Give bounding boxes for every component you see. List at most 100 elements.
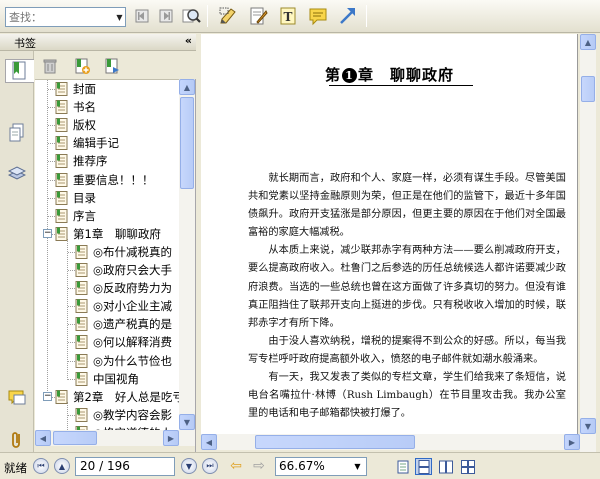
- bookmark-label: ◎对小企业主减: [93, 299, 173, 314]
- bookmark-item[interactable]: ◎布什减税真的: [75, 243, 173, 261]
- arrow-tool-icon[interactable]: [337, 5, 359, 27]
- bookmark-page-icon: [55, 226, 68, 241]
- bookmark-page-icon: [55, 118, 68, 133]
- facing-view-icon[interactable]: [437, 458, 454, 475]
- continuous-facing-view-icon[interactable]: [459, 458, 476, 475]
- bookmark-item[interactable]: 目录: [55, 189, 97, 207]
- document-page: 第1章 聊聊政府 就长期而言，政府和个人、家庭一样，必须有谋生手段。尽管美国共和…: [201, 34, 578, 434]
- zoom-dropdown-icon[interactable]: ▼: [350, 459, 365, 474]
- bookmark-item[interactable]: ◎为什么节俭也: [75, 352, 173, 370]
- pages-tab-icon[interactable]: [5, 121, 29, 145]
- bookmark-item[interactable]: 中国视角: [75, 370, 140, 388]
- collapse-pane-button[interactable]: «: [185, 34, 192, 47]
- page-number-field[interactable]: 20 / 196: [75, 457, 175, 476]
- bookmark-item[interactable]: 推荐序: [55, 152, 109, 170]
- bookmark-label: 书名: [73, 100, 96, 115]
- single-page-view-icon[interactable]: [394, 458, 411, 475]
- bookmark-item[interactable]: ◎对小企业主减: [75, 297, 173, 315]
- bookmark-properties-icon[interactable]: [102, 56, 122, 76]
- search-dropdown-icon[interactable]: ▼: [114, 13, 125, 22]
- next-page-icon[interactable]: ▼: [181, 458, 197, 474]
- scroll-down-icon[interactable]: ▼: [580, 418, 596, 434]
- bookmark-item[interactable]: 重要信息！！！: [55, 171, 155, 189]
- previous-page-icon[interactable]: ▲: [54, 458, 70, 474]
- go-back-icon[interactable]: ⇦: [227, 457, 245, 475]
- bookmark-horizontal-scrollbar[interactable]: ◀ ▶: [35, 430, 195, 446]
- document-pane: 第1章 聊聊政府 就长期而言，政府和个人、家庭一样，必须有谋生手段。尽管美国共和…: [197, 34, 600, 452]
- bookmark-item[interactable]: 第2章 好人总是吃亏: [55, 388, 179, 406]
- bookmark-item[interactable]: ◎遗产税真的是: [75, 315, 173, 333]
- tree-connector: [67, 238, 68, 380]
- document-vertical-scrollbar[interactable]: ▲ ▼: [580, 34, 596, 452]
- new-bookmark-icon[interactable]: [72, 56, 92, 76]
- bookmark-label: 目录: [73, 190, 96, 205]
- chapter-title: 第1章 聊聊政府: [201, 64, 577, 85]
- tree-collapse-toggle[interactable]: −: [43, 229, 52, 239]
- search-input[interactable]: [6, 9, 114, 25]
- document-horizontal-scrollbar[interactable]: ◀ ▶: [201, 434, 580, 450]
- advanced-search-icon[interactable]: [180, 5, 202, 27]
- scroll-down-icon[interactable]: ▼: [179, 414, 195, 430]
- bookmark-item[interactable]: 封面: [55, 80, 97, 98]
- find-next-icon[interactable]: [155, 5, 177, 27]
- scroll-thumb[interactable]: [53, 431, 97, 445]
- scroll-right-icon[interactable]: ▶: [163, 430, 179, 446]
- text-tool-icon[interactable]: T: [277, 5, 299, 27]
- paragraph: 由于没人喜欢纳税，增税的提案得不到公众的好感。所以，每当我写专栏呼吁政府提高额外…: [248, 335, 566, 365]
- paragraph: 就长期而言，政府和个人、家庭一样，必须有谋生手段。尽管美国共和党素以坚持金融原则…: [248, 173, 566, 239]
- bookmark-page-icon: [75, 371, 88, 386]
- delete-bookmark-icon[interactable]: [40, 56, 60, 76]
- scroll-right-icon[interactable]: ▶: [564, 434, 580, 450]
- note-tool-icon[interactable]: [307, 5, 329, 27]
- first-page-icon[interactable]: ⏮: [33, 458, 49, 474]
- scroll-up-icon[interactable]: ▲: [179, 79, 195, 95]
- bookmarks-header: 书签 «: [0, 34, 196, 51]
- bookmark-item[interactable]: ◎反政府势力为: [75, 279, 173, 297]
- bookmark-vertical-scrollbar[interactable]: ▲ ▼: [179, 79, 195, 430]
- comments-tab-icon[interactable]: [5, 386, 29, 410]
- bookmark-item[interactable]: 编辑手记: [55, 134, 120, 152]
- bookmark-label: ◎为什么节俭也: [93, 353, 173, 368]
- tree-connector: [48, 143, 55, 145]
- bookmark-label: 封面: [73, 82, 96, 96]
- highlight-tool-icon[interactable]: [247, 5, 269, 27]
- main-toolbar: ▼ T: [0, 0, 600, 33]
- scroll-left-icon[interactable]: ◀: [201, 434, 217, 450]
- bookmark-item[interactable]: ◎何以解释消费: [75, 333, 173, 351]
- bookmark-page-icon: [55, 154, 68, 169]
- paragraph: 有一天，我又发表了类似的专栏文章，学生们给我来了条短信，说电台名嘴拉什·林博（R…: [248, 372, 566, 420]
- bookmarks-tab-icon[interactable]: [5, 59, 34, 83]
- bookmark-item[interactable]: 第1章 聊聊政府: [55, 225, 162, 243]
- bookmark-item[interactable]: 序言: [55, 207, 97, 225]
- bookmark-item[interactable]: 版权: [55, 116, 97, 134]
- select-tool-icon[interactable]: [217, 5, 239, 27]
- bookmark-item[interactable]: ◎教学内容会影: [75, 406, 173, 424]
- scroll-thumb[interactable]: [180, 97, 194, 189]
- continuous-view-icon[interactable]: [415, 458, 432, 475]
- find-previous-icon[interactable]: [131, 5, 153, 27]
- tree-connector: [68, 306, 75, 308]
- scroll-thumb[interactable]: [581, 76, 595, 102]
- scroll-up-icon[interactable]: ▲: [580, 34, 596, 50]
- scroll-left-icon[interactable]: ◀: [35, 430, 51, 446]
- bookmark-page-icon: [55, 190, 68, 205]
- bookmark-page-icon: [75, 281, 88, 296]
- bookmark-tools: [34, 51, 196, 79]
- zoom-value: 66.67%: [279, 459, 325, 473]
- zoom-select[interactable]: 66.67% ▼: [275, 457, 367, 476]
- scroll-thumb[interactable]: [255, 435, 415, 449]
- tree-connector: [48, 215, 55, 217]
- bookmark-item[interactable]: ◎政府只会大手: [75, 261, 173, 279]
- last-page-icon[interactable]: ⏭: [202, 458, 218, 474]
- bookmark-page-icon: [75, 335, 88, 350]
- tree-connector: [48, 179, 55, 181]
- tree-collapse-toggle[interactable]: −: [43, 392, 52, 402]
- go-forward-icon[interactable]: ⇨: [250, 457, 268, 475]
- search-box[interactable]: ▼: [5, 7, 126, 27]
- bookmark-item[interactable]: 书名: [55, 98, 97, 116]
- bookmark-page-icon: [75, 353, 88, 368]
- bookmark-page-icon: [55, 172, 68, 187]
- attachments-tab-icon[interactable]: [5, 428, 29, 452]
- layers-tab-icon[interactable]: [5, 161, 29, 185]
- bookmark-label: 编辑手记: [73, 136, 119, 151]
